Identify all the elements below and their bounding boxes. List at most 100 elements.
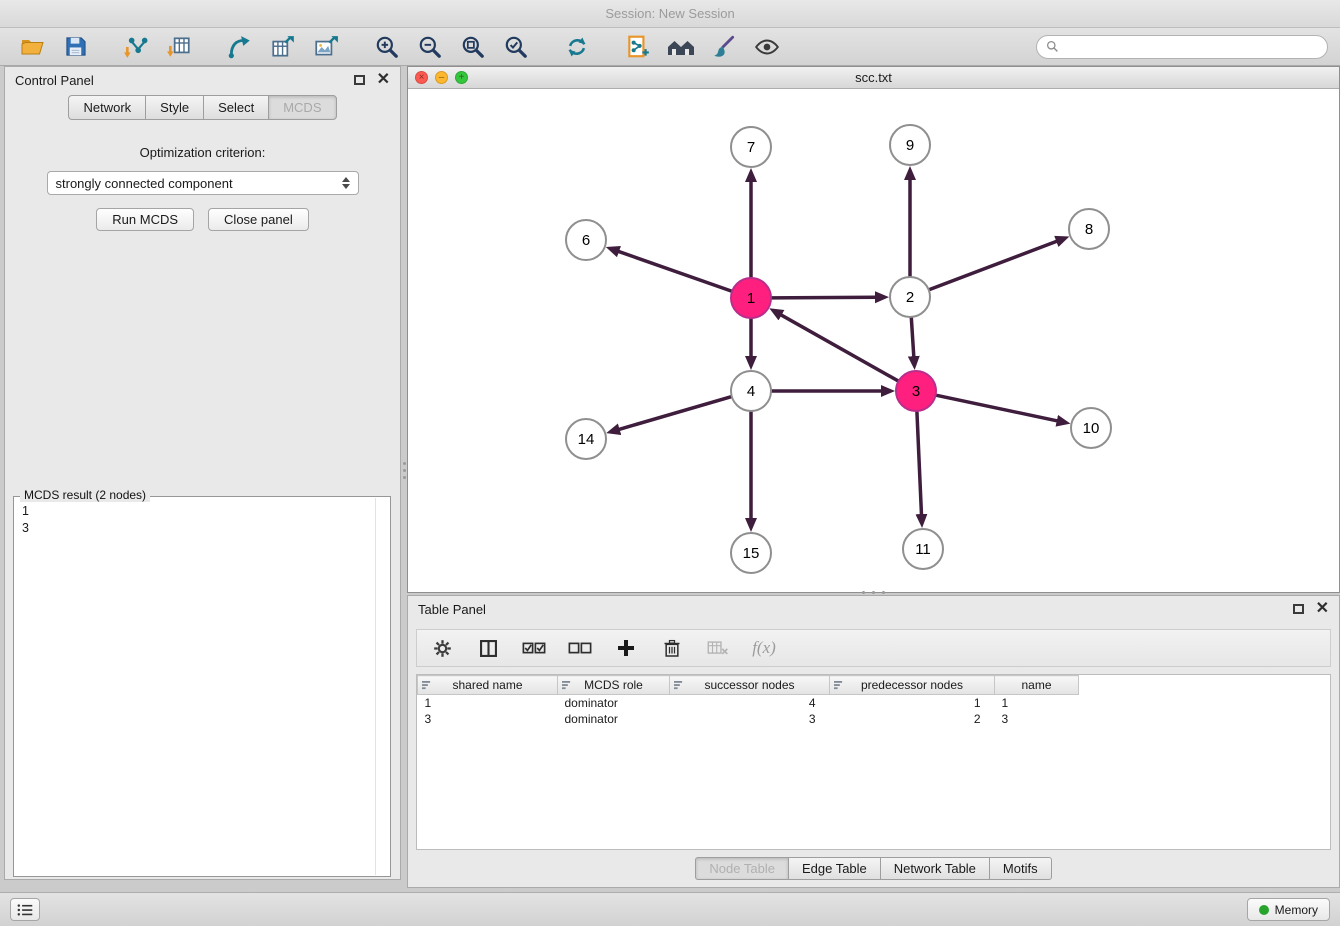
node-label-1: 1 [747,290,755,307]
edge-4-14[interactable] [618,397,731,430]
zoom-in-button[interactable] [367,32,407,62]
export-table-button[interactable] [263,32,303,62]
criterion-dropdown[interactable]: strongly connected component [47,171,359,195]
export-network-button[interactable] [220,32,260,62]
close-table-panel-icon[interactable]: ✕ [1316,601,1329,617]
edge-1-6[interactable] [617,251,731,291]
plus-icon [616,638,636,658]
table-row[interactable]: 1 dominator 4 1 1 [418,695,1079,711]
tab-style[interactable]: Style [145,95,203,120]
close-panel-icon[interactable]: ✕ [377,72,390,88]
select-all-button[interactable] [521,635,547,661]
style-brush-icon [711,34,737,60]
window-zoom-button[interactable]: + [455,71,468,84]
column-header-mcds-role[interactable]: MCDS role [558,676,670,695]
cell-name[interactable]: 3 [995,711,1079,727]
window-close-button[interactable]: × [415,71,428,84]
node-label-15: 15 [743,545,760,562]
column-header-predecessor-nodes[interactable]: predecessor nodes [830,676,995,695]
cell-shared-name[interactable]: 1 [418,695,558,711]
refresh-layout-button[interactable] [557,32,597,62]
node-label-14: 14 [578,431,595,448]
window-minimize-button[interactable]: – [435,71,448,84]
toolbar-separator [202,46,217,47]
table-row[interactable]: 3 dominator 3 2 3 [418,711,1079,727]
open-session-button[interactable] [12,32,52,62]
cell-mcds-role[interactable]: dominator [558,711,670,727]
column-header-shared-name[interactable]: shared name [418,676,558,695]
show-hide-button[interactable] [747,32,787,62]
delete-column-button[interactable] [659,635,685,661]
refresh-icon [564,34,590,60]
table-panel-title: Table Panel [418,602,486,617]
export-image-button[interactable] [306,32,346,62]
result-scrollbar[interactable] [375,498,376,875]
edge-2-3[interactable] [911,318,914,358]
show-columns-button[interactable] [475,635,501,661]
close-panel-button[interactable]: Close panel [208,208,309,231]
deselect-all-button[interactable] [567,635,593,661]
node-label-8: 8 [1085,221,1093,238]
zoom-selected-button[interactable] [496,32,536,62]
network-view-window: scc.txt × – + 7968124314101511 [407,66,1340,593]
tab-node-table[interactable]: Node Table [695,857,788,880]
dropdown-stepper-icon [342,177,350,189]
cell-mcds-role[interactable]: dominator [558,695,670,711]
network-graph[interactable]: 7968124314101511 [408,89,1339,592]
edge-3-11[interactable] [917,412,922,516]
criterion-dropdown-value: strongly connected component [56,176,233,191]
edge-3-1[interactable] [780,314,898,380]
mcds-result-text: 1 3 [14,497,390,543]
save-session-button[interactable] [55,32,95,62]
edge-2-8[interactable] [930,241,1059,290]
tab-network[interactable]: Network [68,95,145,120]
export-table-icon [270,34,296,60]
export-network-icon [227,34,253,60]
table-options-button[interactable] [429,635,455,661]
cell-predecessor-nodes[interactable]: 2 [830,711,995,727]
import-table-button[interactable] [159,32,199,62]
tab-select[interactable]: Select [203,95,268,120]
zoom-out-button[interactable] [410,32,450,62]
run-mcds-button[interactable]: Run MCDS [96,208,194,231]
table-toolbar: f(x) [416,629,1331,667]
memory-button[interactable]: Memory [1247,898,1330,921]
tab-edge-table[interactable]: Edge Table [788,857,880,880]
tab-motifs[interactable]: Motifs [989,857,1052,880]
tab-mcds[interactable]: MCDS [268,95,336,120]
import-network-icon [123,34,149,60]
edge-1-2[interactable] [772,297,877,298]
search-input[interactable] [1065,40,1318,54]
delete-table-button[interactable] [705,635,731,661]
zoom-fit-button[interactable] [453,32,493,62]
status-bar: Memory [0,892,1340,926]
task-history-button[interactable] [10,898,40,921]
save-icon [64,35,87,58]
gear-icon [432,638,453,659]
float-table-panel-icon[interactable] [1293,604,1304,614]
column-header-name[interactable]: name [995,676,1079,695]
cell-name[interactable]: 1 [995,695,1079,711]
eye-icon [754,34,780,60]
cell-shared-name[interactable]: 3 [418,711,558,727]
float-panel-icon[interactable] [354,75,365,85]
list-icon [17,903,33,917]
search-field[interactable] [1036,35,1328,59]
copy-network-button[interactable] [618,32,658,62]
column-header-successor-nodes[interactable]: successor nodes [670,676,830,695]
create-column-button[interactable] [613,635,639,661]
edge-3-10[interactable] [937,395,1059,421]
mcds-result-box: MCDS result (2 nodes) 1 3 [13,496,391,877]
deselect-all-icon [568,639,592,657]
tab-network-table[interactable]: Network Table [880,857,989,880]
function-builder-button[interactable]: f(x) [751,635,777,661]
cell-successor-nodes[interactable]: 3 [670,711,830,727]
cell-predecessor-nodes[interactable]: 1 [830,695,995,711]
network-window-title: scc.txt [408,70,1339,85]
toolbar-separator [600,46,615,47]
apply-layout-button[interactable] [661,32,701,62]
cell-successor-nodes[interactable]: 4 [670,695,830,711]
sort-icon [834,681,843,690]
import-network-button[interactable] [116,32,156,62]
apply-style-button[interactable] [704,32,744,62]
